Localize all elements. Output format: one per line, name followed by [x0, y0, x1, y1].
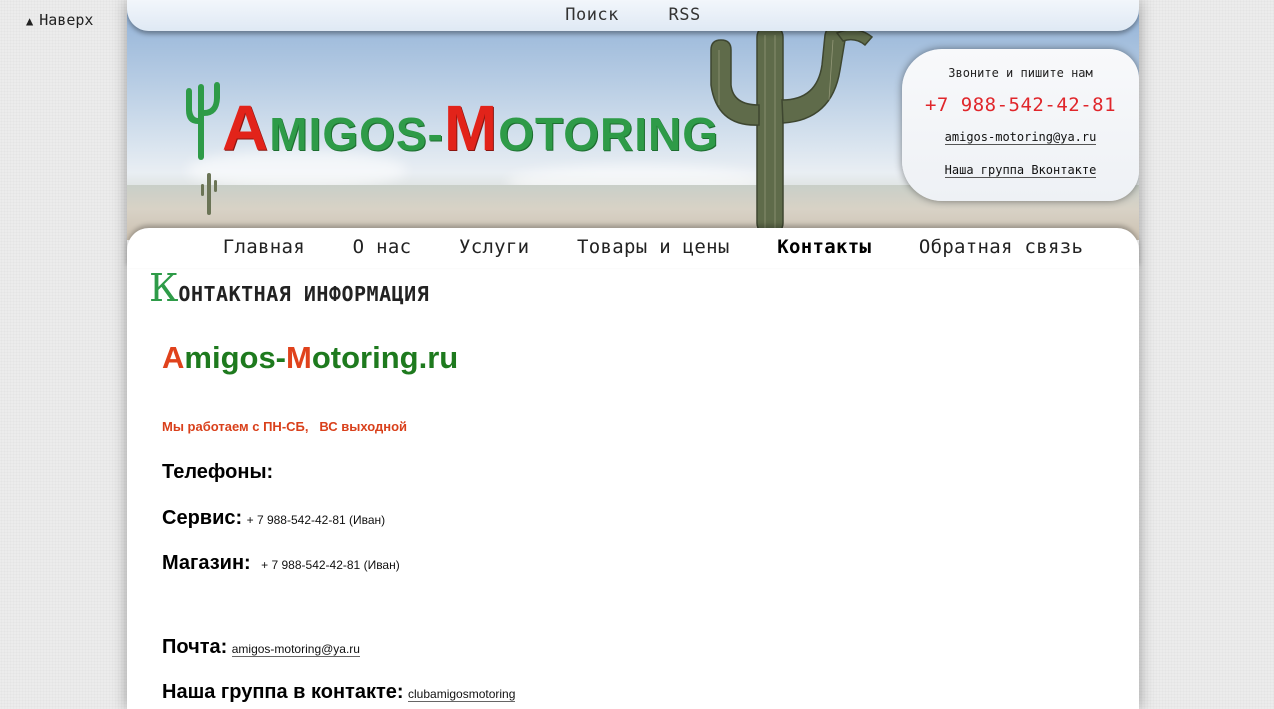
mail-link[interactable]: amigos-motoring@ya.ru [231, 642, 360, 657]
phones-heading: Телефоны: [162, 461, 274, 483]
rss-link[interactable]: RSS [669, 5, 701, 25]
small-cactus-icon [201, 173, 217, 215]
site-logo[interactable]: AMIGOS-MOTORING [182, 80, 719, 160]
logo-cactus-icon [186, 82, 220, 160]
nav-item-services[interactable]: Услуги [459, 236, 529, 258]
back-to-top-label: Наверх [39, 11, 94, 29]
back-to-top-link[interactable]: ▲ Наверх [26, 11, 93, 29]
up-arrow-icon: ▲ [26, 14, 34, 28]
service-phone: + 7 988-542-42-81 (Иван) [246, 513, 386, 527]
group-link[interactable]: clubamigosmotoring [408, 687, 516, 702]
nav-item-about[interactable]: О нас [353, 236, 412, 258]
nav-item-feedback[interactable]: Обратная связь [919, 236, 1083, 258]
contact-email-link[interactable]: amigos-motoring@ya.ru [944, 130, 1097, 145]
contact-content: Amigos-Motoring.ru Мы работаем с ПН-СБ, … [162, 340, 516, 703]
top-bar: Поиск RSS [127, 0, 1139, 31]
page-container: Поиск RSS AMIGOS-MOTORING Звоните и пиши… [127, 0, 1139, 709]
shop-label: Магазин: [162, 552, 251, 574]
site-name-heading: Amigos-Motoring.ru [162, 340, 459, 375]
logo-text: AMIGOS-MOTORING [222, 92, 720, 164]
main-nav: Главная О нас Услуги Товары и цены Конта… [127, 228, 1139, 268]
group-label: Наша группа в контакте: [162, 681, 404, 703]
shop-phone: + 7 988-542-42-81 (Иван) [261, 558, 400, 572]
header-banner: Поиск RSS AMIGOS-MOTORING Звоните и пиши… [127, 0, 1139, 240]
nav-item-contacts[interactable]: Контакты [777, 236, 871, 258]
search-link[interactable]: Поиск [565, 5, 619, 25]
page-title: Контактная информация [149, 266, 430, 310]
contact-phone: +7 988-542-42-81 [924, 94, 1117, 116]
contact-call-text: Звоните и пишите нам [948, 66, 1093, 80]
nav-item-home[interactable]: Главная [223, 236, 305, 258]
working-hours: Мы работаем с ПН-СБ, ВС выходной [162, 419, 408, 434]
contact-box: Звоните и пишите нам +7 988-542-42-81 am… [902, 49, 1139, 201]
vk-group-link[interactable]: Наша группа Вконтакте [944, 163, 1097, 178]
cactus-illustration [710, 24, 874, 235]
nav-item-products[interactable]: Товары и цены [577, 236, 730, 258]
service-label: Сервис: [162, 507, 243, 529]
mail-label: Почта: [162, 636, 228, 658]
